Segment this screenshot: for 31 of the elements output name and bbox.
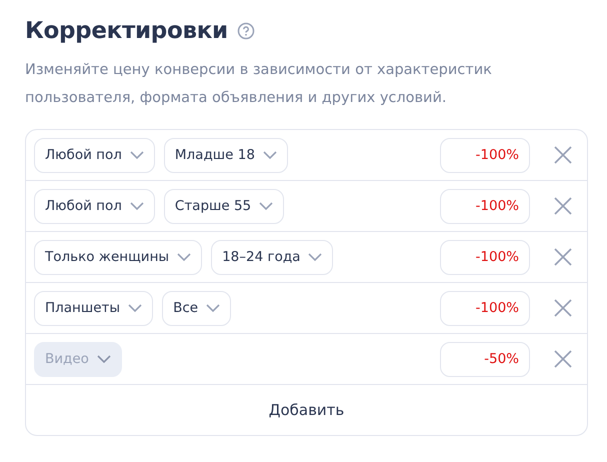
chevron-down-icon: [130, 202, 144, 210]
percent-field[interactable]: -50%: [440, 342, 530, 376]
chevron-down-icon: [259, 202, 274, 210]
dropdown[interactable]: Планшеты: [34, 290, 154, 326]
dropdown[interactable]: Все: [162, 290, 232, 326]
dropdown[interactable]: Только женщины: [34, 240, 202, 274]
help-icon[interactable]: [236, 22, 255, 40]
chevron-down-icon: [128, 304, 142, 312]
dropdown[interactable]: Любой пол: [34, 188, 155, 224]
dropdown[interactable]: Младше 18: [164, 138, 288, 172]
percent-field[interactable]: -100%: [440, 138, 530, 172]
percent-field[interactable]: -100%: [440, 290, 530, 326]
dropdown[interactable]: Старше 55: [164, 188, 284, 224]
dropdown[interactable]: Любой пол: [34, 138, 155, 172]
add-button[interactable]: Добавить: [262, 385, 350, 435]
close-button[interactable]: [553, 145, 573, 165]
close-button[interactable]: [553, 247, 573, 267]
close-button[interactable]: [553, 196, 573, 216]
chevron-down-icon: [308, 253, 322, 261]
chevron-down-icon: [96, 355, 111, 363]
close-button[interactable]: [553, 298, 573, 318]
percent-field[interactable]: -100%: [440, 188, 530, 224]
chevron-down-icon: [177, 253, 192, 261]
section-title: Корректировки: [25, 18, 228, 44]
chevron-down-icon: [206, 304, 220, 312]
description: Изменяйте цену конверсии в зависимости от характеристик пользователя, формата объявления и других условий.: [25, 61, 493, 108]
percent-field[interactable]: -100%: [440, 240, 530, 274]
chevron-down-icon: [262, 151, 277, 159]
chevron-down-icon: [130, 151, 144, 159]
close-button[interactable]: [553, 349, 573, 369]
dropdown[interactable]: 18–24 года: [211, 240, 334, 274]
